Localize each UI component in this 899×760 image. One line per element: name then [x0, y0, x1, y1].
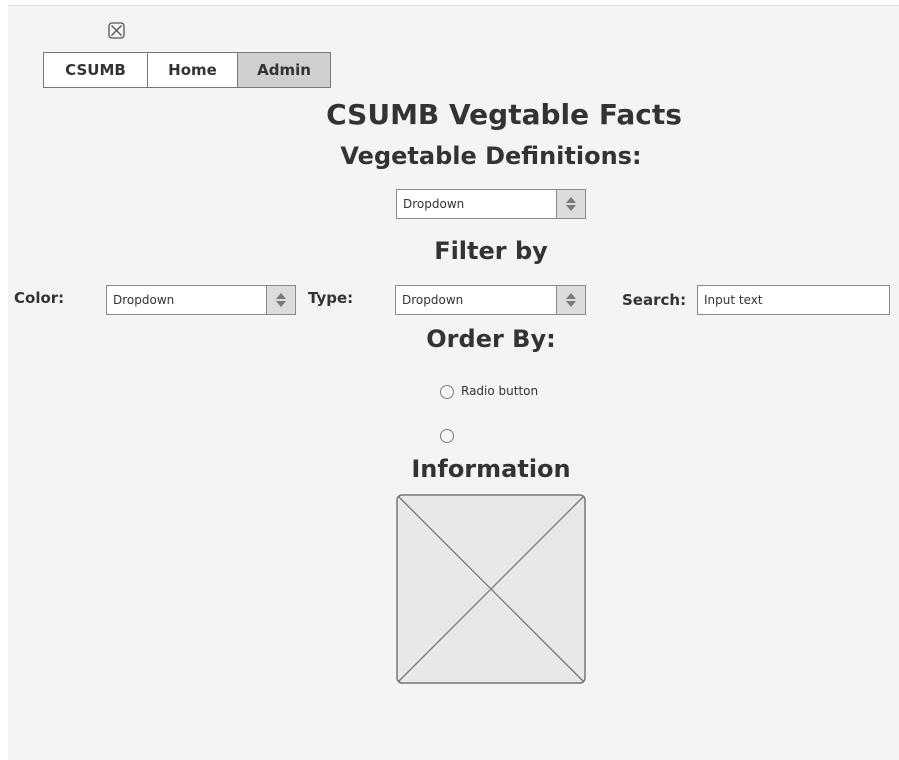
type-dropdown[interactable]: Dropdown	[395, 285, 586, 315]
filter-heading: Filter by	[434, 237, 548, 265]
dropdown-arrows-icon	[266, 286, 295, 314]
radio-label: Radio button	[461, 384, 539, 398]
dropdown-value: Dropdown	[113, 293, 175, 307]
type-label: Type:	[308, 289, 354, 307]
dropdown-value: Dropdown	[403, 197, 465, 211]
tab-admin[interactable]: Admin	[238, 53, 330, 87]
radio-button-2[interactable]	[440, 429, 454, 443]
tab-home[interactable]: Home	[148, 53, 238, 87]
dropdown-arrows-icon	[556, 286, 585, 314]
information-heading: Information	[411, 455, 571, 483]
dropdown-value: Dropdown	[402, 293, 464, 307]
radio-button-1[interactable]	[440, 385, 454, 399]
tab-csumb[interactable]: CSUMB	[44, 53, 148, 87]
nav-bar: CSUMB Home Admin	[43, 52, 331, 88]
search-input[interactable]: Input text	[697, 285, 890, 315]
dropdown-arrows-icon	[556, 190, 585, 218]
color-dropdown[interactable]: Dropdown	[106, 285, 296, 315]
logo-placeholder-icon	[108, 22, 125, 39]
search-label: Search:	[622, 291, 687, 309]
definitions-heading: Vegetable Definitions:	[340, 142, 642, 170]
page-title: CSUMB Vegtable Facts	[326, 98, 682, 131]
color-label: Color:	[14, 289, 65, 307]
image-placeholder-icon	[396, 494, 586, 684]
order-heading: Order By:	[426, 325, 556, 353]
definitions-dropdown[interactable]: Dropdown	[396, 189, 586, 219]
